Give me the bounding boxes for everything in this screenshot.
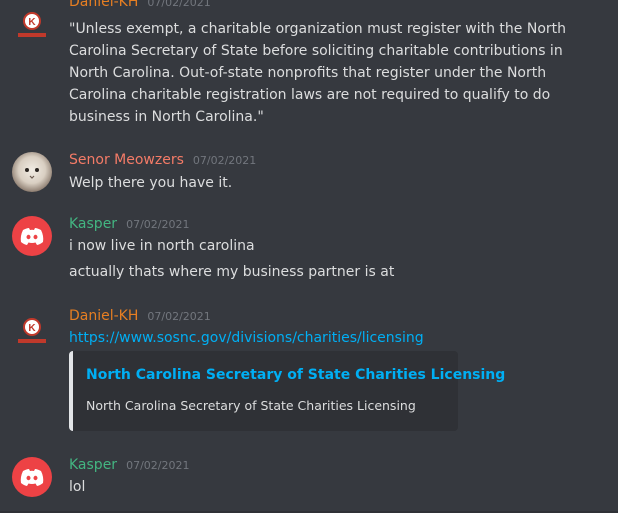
message-text: "Unless exempt, a charitable organizatio… [69, 21, 566, 37]
message-text: i now live in north carolina [69, 238, 255, 254]
message-text: Welp there you have it. [69, 175, 233, 191]
timestamp: 07/02/2021 [192, 154, 257, 167]
message-text: lol [69, 479, 86, 495]
knowhow-logo-icon: K [18, 12, 46, 37]
avatar[interactable]: K [12, 312, 52, 352]
timestamp: 07/02/2021 [126, 218, 190, 231]
username[interactable]: Daniel-KH [69, 308, 138, 324]
discord-logo-icon [20, 469, 44, 486]
timestamp: 07/02/2021 [126, 459, 190, 472]
username[interactable]: Daniel-KH [69, 0, 138, 10]
avatar[interactable] [12, 152, 52, 192]
message-text: Carolina Secretary of State before solic… [69, 43, 563, 59]
cat-avatar-icon [25, 168, 39, 179]
embed-description: North Carolina Secretary of State Charit… [86, 398, 416, 413]
message-text: business in North Carolina." [69, 109, 264, 125]
username[interactable]: Senor Meowzers [69, 152, 184, 168]
avatar[interactable]: K [12, 6, 52, 46]
svg-text:K: K [28, 323, 36, 334]
discord-logo-icon [20, 228, 44, 245]
message-text: North Carolina. Out-of-state nonprofits … [69, 65, 547, 81]
timestamp: 07/02/2021 [147, 310, 211, 323]
username[interactable]: Kasper [69, 457, 117, 473]
message-text: actually thats where my business partner… [69, 264, 395, 280]
message-link[interactable]: https://www.sosnc.gov/divisions/charitie… [69, 327, 424, 349]
username[interactable]: Kasper [69, 216, 117, 232]
message-text: Carolina charitable registration laws ar… [69, 87, 551, 103]
timestamp: 07/02/2021 [147, 0, 211, 9]
link-embed: North Carolina Secretary of State Charit… [69, 351, 505, 431]
avatar[interactable] [12, 216, 52, 256]
avatar[interactable] [12, 457, 52, 497]
svg-text:K: K [28, 17, 36, 28]
embed-title[interactable]: North Carolina Secretary of State Charit… [86, 367, 505, 383]
knowhow-logo-icon: K [18, 318, 46, 343]
